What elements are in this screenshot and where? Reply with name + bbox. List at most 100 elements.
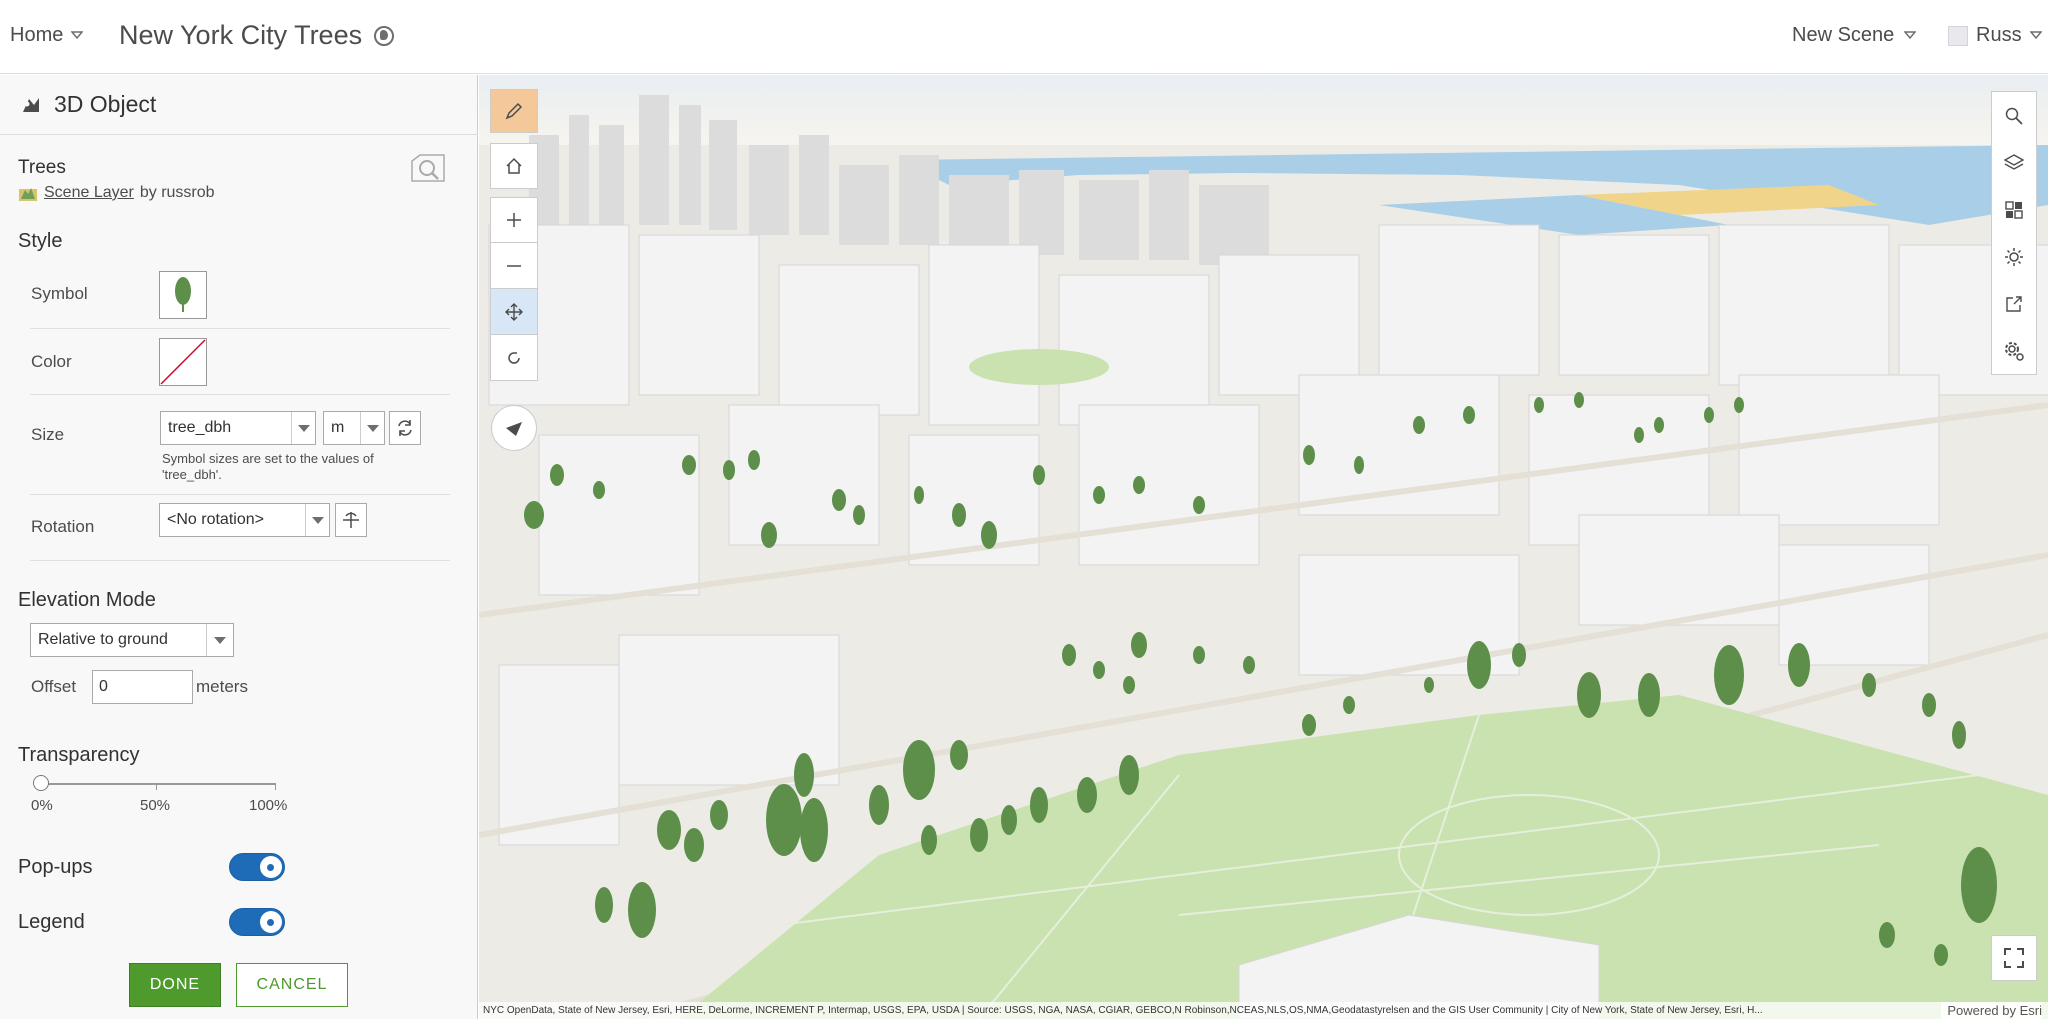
popups-label: Pop-ups — [18, 856, 93, 878]
slider-track[interactable] — [40, 783, 276, 785]
scene-view[interactable]: NYC OpenData, State of New Jersey, Esri,… — [479, 75, 2048, 1019]
page-title: New York City Trees — [119, 20, 395, 51]
search-button[interactable] — [1992, 92, 2036, 139]
chevron-down-icon — [1904, 31, 1917, 40]
size-unit-select[interactable]: m — [323, 411, 385, 445]
legend-toggle[interactable] — [229, 908, 285, 936]
chevron-down-icon — [206, 624, 233, 656]
chevron-down-icon — [291, 412, 315, 444]
new-scene-label: New Scene — [1792, 24, 1895, 46]
powered-by-link[interactable]: Powered by Esri — [1941, 1002, 2042, 1019]
chevron-down-icon — [360, 412, 384, 444]
rotation-value: <No rotation> — [167, 511, 264, 528]
rotation-row: Rotation <No rotation> — [30, 495, 450, 561]
rotate-icon — [508, 351, 520, 364]
symbol-row: Symbol — [30, 261, 450, 329]
layers-icon — [2003, 153, 2025, 170]
rotate-button[interactable] — [490, 335, 538, 381]
panel-header: 3D Object — [0, 75, 478, 135]
minus-icon — [507, 264, 521, 267]
basemap-button[interactable] — [1992, 186, 2036, 233]
attribution-text: NYC OpenData, State of New Jersey, Esri,… — [483, 1005, 1763, 1016]
offset-unit: meters — [196, 677, 248, 696]
offset-value: 0 — [99, 678, 108, 695]
color-swatch[interactable] — [159, 338, 207, 386]
home-menu[interactable]: Home — [10, 24, 84, 47]
home-view-button[interactable] — [490, 143, 538, 189]
scene-layer-link[interactable]: Scene Layer — [44, 184, 134, 202]
symbol-label: Symbol — [31, 284, 88, 303]
size-row: Size tree_dbh m Symbol sizes are set to … — [30, 395, 450, 495]
done-button[interactable]: DONE — [129, 963, 221, 1007]
daylight-button[interactable] — [1992, 233, 2036, 280]
style-panel: 3D Object Trees Scene Layer by russrob S… — [0, 75, 478, 1019]
slider-thumb[interactable] — [33, 775, 49, 791]
share-icon — [2006, 295, 2022, 312]
zoom-toolbar — [490, 197, 538, 381]
navigation-toolbar — [490, 143, 538, 189]
size-label: Size — [31, 425, 65, 444]
sun-icon — [2005, 247, 2023, 266]
globe-icon[interactable] — [374, 25, 395, 46]
user-menu[interactable]: Russ — [1948, 24, 2042, 47]
elevation-mode-select[interactable]: Relative to ground — [30, 623, 234, 657]
rotate-axis-icon — [343, 512, 359, 528]
pencil-icon — [505, 102, 523, 120]
rotation-label: Rotation — [31, 517, 95, 536]
chevron-down-icon — [2029, 31, 2042, 40]
zoom-out-button[interactable] — [490, 243, 538, 289]
layer-source: Scene Layer by russrob — [18, 184, 215, 202]
tick-0: 0% — [31, 797, 53, 814]
home-label: Home — [10, 24, 64, 46]
user-name: Russ — [1976, 24, 2022, 46]
cancel-button[interactable]: CANCEL — [236, 963, 348, 1007]
right-toolbar — [1991, 91, 2037, 375]
slider-tick — [156, 783, 157, 790]
layers-button[interactable] — [1992, 139, 2036, 186]
pan-button[interactable] — [490, 289, 538, 335]
plus-icon — [507, 213, 521, 227]
size-field-select[interactable]: tree_dbh — [160, 411, 316, 445]
chevron-down-icon — [71, 31, 84, 40]
size-hint: Symbol sizes are set to the values of 't… — [162, 451, 374, 482]
layer-name: Trees — [18, 157, 66, 178]
elevation-mode-title: Elevation Mode — [18, 589, 156, 611]
edit-button[interactable] — [490, 89, 538, 133]
size-unit-value: m — [331, 419, 345, 436]
swap-size-button[interactable] — [389, 411, 421, 445]
zoom-in-button[interactable] — [490, 197, 538, 243]
search-icon — [2005, 107, 2023, 125]
map-attribution: NYC OpenData, State of New Jersey, Esri,… — [479, 1002, 2048, 1019]
compass-button[interactable] — [491, 405, 537, 451]
offset-label: Offset — [31, 677, 77, 696]
scene-title: New York City Trees — [119, 20, 363, 50]
new-scene-menu[interactable]: New Scene — [1792, 24, 1917, 47]
style-title: Style — [18, 230, 63, 252]
size-field-value: tree_dbh — [168, 419, 232, 436]
color-label: Color — [31, 352, 72, 371]
pan-icon — [505, 302, 523, 321]
rotation-select[interactable]: <No rotation> — [159, 503, 330, 537]
panel-title: 3D Object — [54, 91, 157, 117]
refresh-icon — [398, 420, 412, 436]
share-button[interactable] — [1992, 280, 2036, 327]
transparency-title: Transparency — [18, 744, 140, 766]
3d-object-icon — [23, 97, 39, 112]
scene-layer-icon — [19, 188, 37, 201]
basemap-icon — [2005, 200, 2023, 219]
compass-icon — [506, 422, 522, 436]
popups-toggle[interactable] — [229, 853, 285, 881]
settings-button[interactable] — [1992, 327, 2036, 374]
slider-tick — [275, 783, 276, 790]
chevron-down-icon — [305, 504, 329, 536]
home-icon — [506, 157, 522, 174]
fullscreen-button[interactable] — [1991, 935, 2037, 981]
symbol-swatch[interactable] — [159, 271, 207, 319]
offset-input[interactable]: 0 — [92, 670, 193, 704]
avatar — [1948, 25, 1968, 46]
rotation-options-button[interactable] — [335, 503, 367, 537]
city-scene[interactable] — [479, 75, 2048, 1019]
layer-search-icon[interactable] — [410, 153, 446, 185]
gear-icon — [2005, 341, 2024, 361]
tick-100: 100% — [249, 797, 288, 814]
